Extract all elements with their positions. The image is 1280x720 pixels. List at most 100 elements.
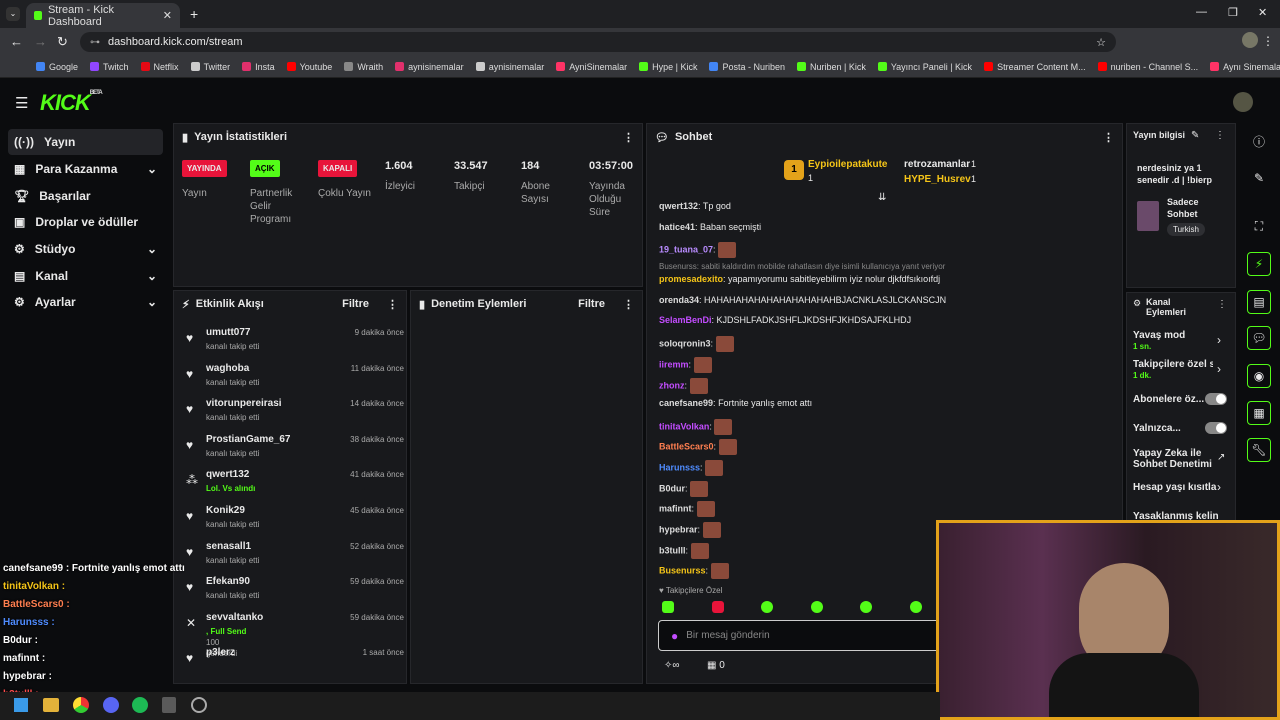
activity-filter-button[interactable]: Filtre: [342, 298, 369, 310]
explorer-icon[interactable]: [43, 698, 59, 712]
kick-logo[interactable]: KICKBETA: [40, 90, 103, 116]
site-info-icon[interactable]: ⊶: [90, 37, 100, 48]
app-icon[interactable]: [162, 697, 176, 713]
close-tab-icon[interactable]: ✕: [163, 9, 172, 22]
menu-icon[interactable]: ⋮: [1262, 34, 1274, 48]
chat-username[interactable]: orenda34: [659, 295, 699, 305]
bookmark-item[interactable]: Hype | Kick: [639, 62, 697, 72]
discord-icon[interactable]: [103, 697, 119, 713]
chat-username[interactable]: 19_tuana_07: [659, 244, 713, 254]
bookmark-item[interactable]: Streamer Content M...: [984, 62, 1086, 72]
bookmark-item[interactable]: Youtube: [286, 62, 332, 72]
browser-tab[interactable]: Stream - Kick Dashboard ✕: [26, 3, 180, 28]
bookmark-item[interactable]: Aynı Sinemalar - Ça...: [1210, 62, 1280, 72]
chat-username[interactable]: SelamBenDi: [659, 315, 712, 325]
bookmark-item[interactable]: nuriben - Channel S...: [1097, 62, 1198, 72]
wrench-icon[interactable]: 🔧︎: [1247, 438, 1271, 462]
bookmark-star-icon[interactable]: ☆: [1096, 36, 1106, 49]
edit-icon[interactable]: ✎: [1191, 130, 1199, 141]
crop-icon[interactable]: ⛶: [1247, 214, 1271, 238]
more-options-icon[interactable]: ⋮: [1217, 299, 1227, 310]
chat-username[interactable]: promesadexito: [659, 274, 723, 284]
emote-icon[interactable]: [810, 601, 823, 613]
back-icon[interactable]: ←: [10, 34, 23, 49]
obs-icon[interactable]: [191, 697, 207, 713]
sidebar-item-stream[interactable]: ((·)) Yayın: [8, 129, 163, 155]
chat-username[interactable]: zhonz: [659, 380, 685, 390]
slow-mode-button[interactable]: Yavaş mod: [1133, 330, 1185, 341]
more-options-icon[interactable]: ⋮: [623, 298, 634, 311]
hamburger-icon[interactable]: ☰: [15, 94, 28, 112]
emote-icon[interactable]: [711, 601, 724, 613]
pen-icon[interactable]: ✎: [1247, 166, 1271, 190]
maximize-icon[interactable]: ❐: [1228, 6, 1238, 19]
chat-username[interactable]: soloqronin3: [659, 338, 711, 348]
sidebar-item-channel[interactable]: ▤ Kanal ⌄: [8, 263, 163, 289]
emote-icon[interactable]: [662, 601, 674, 613]
collapse-icon[interactable]: ⇊: [878, 192, 886, 203]
chat-username[interactable]: Harunsss: [659, 462, 700, 472]
chat-username[interactable]: canefsane99: [659, 398, 713, 408]
sidebar-item-studio[interactable]: ⚙ Stüdyo ⌄: [8, 236, 163, 262]
profile-avatar[interactable]: [1242, 32, 1258, 48]
bookmark-item[interactable]: Nuriben | Kick: [796, 62, 866, 72]
bookmark-item[interactable]: Google: [36, 62, 78, 72]
emote-icon[interactable]: [909, 601, 922, 613]
url-field[interactable]: ⊶ dashboard.kick.com/stream ☆: [80, 32, 1116, 52]
more-options-icon[interactable]: ⋮: [387, 298, 398, 311]
chevron-right-icon[interactable]: ›: [1217, 333, 1221, 347]
category-thumbnail[interactable]: [1137, 201, 1159, 231]
more-options-icon[interactable]: ⋮: [1103, 131, 1114, 144]
chat-username[interactable]: B0dur: [659, 483, 685, 493]
sidebar-item-monetization[interactable]: ▦ Para Kazanma ⌄: [8, 156, 163, 182]
windows-start-icon[interactable]: [14, 698, 28, 712]
reload-icon[interactable]: ↻: [57, 34, 68, 50]
layout-icon[interactable]: ▦: [1247, 401, 1271, 425]
tab-search-icon[interactable]: ⌄: [6, 7, 20, 21]
sidebar-item-settings[interactable]: ⚙ Ayarlar ⌄: [8, 289, 163, 315]
bookmark-item[interactable]: Wraith: [344, 62, 383, 72]
chat-input[interactable]: ● Bir mesaj gönderin: [658, 620, 948, 651]
chat-username[interactable]: iiremm: [659, 359, 689, 369]
more-options-icon[interactable]: ⋮: [1215, 130, 1225, 141]
user-avatar[interactable]: [1233, 92, 1253, 112]
sidebar-item-achievements[interactable]: 🏆︎ Başarılar: [8, 183, 163, 209]
chat-username[interactable]: BattleScars0: [659, 441, 714, 451]
emote-icon[interactable]: [860, 601, 873, 613]
broadcast-icon[interactable]: ◉: [1247, 364, 1271, 388]
gift-count[interactable]: ▦ 0: [707, 660, 725, 671]
ai-moderation-button[interactable]: Yapay Zeka ile Sohbet Denetimi: [1133, 448, 1213, 470]
chevron-right-icon[interactable]: ›: [1217, 480, 1221, 494]
alone-toggle[interactable]: [1205, 422, 1227, 434]
chrome-icon[interactable]: [73, 697, 89, 713]
chat-username[interactable]: Busenurss: [659, 565, 706, 575]
chat-username[interactable]: tinitaVolkan: [659, 421, 709, 431]
forward-icon[interactable]: →: [34, 34, 47, 49]
info-icon[interactable]: ⓘ: [1247, 129, 1271, 153]
minimize-icon[interactable]: —: [1196, 6, 1207, 18]
emote-icon[interactable]: [761, 601, 774, 613]
bolt-icon[interactable]: ⚡︎: [1247, 252, 1271, 276]
new-tab-icon[interactable]: +: [190, 6, 198, 22]
spotify-icon[interactable]: [132, 697, 148, 713]
bookmark-item[interactable]: Yayıncı Paneli | Kick: [877, 62, 972, 72]
account-age-button[interactable]: Hesap yaşı kısıtla: [1133, 482, 1216, 493]
chat-username[interactable]: hypebrar: [659, 524, 698, 534]
subs-only-toggle[interactable]: [1205, 393, 1227, 405]
followers-mode-button[interactable]: Takipçilere özel s: [1133, 359, 1213, 370]
chevron-right-icon[interactable]: ›: [1217, 362, 1221, 376]
chat-username[interactable]: mafinnt: [659, 503, 692, 513]
bookmark-item[interactable]: AyniSinemalar: [556, 62, 627, 72]
chat-username[interactable]: b3tulll: [659, 545, 686, 555]
external-link-icon[interactable]: ↗: [1217, 452, 1225, 463]
chat-username[interactable]: hatice41: [659, 222, 695, 232]
more-options-icon[interactable]: ⋮: [623, 131, 634, 144]
bookmark-item[interactable]: Posta - Nuriben: [709, 62, 785, 72]
bookmark-item[interactable]: aynisinemalar: [475, 62, 544, 72]
bookmark-item[interactable]: Twitter: [190, 62, 230, 72]
close-window-icon[interactable]: ✕: [1258, 6, 1267, 19]
moderation-filter-button[interactable]: Filtre: [578, 298, 605, 310]
bookmark-item[interactable]: Twitch: [90, 62, 129, 72]
bookmark-item[interactable]: Netflix: [140, 62, 179, 72]
mic-icon[interactable]: ●: [671, 629, 678, 643]
